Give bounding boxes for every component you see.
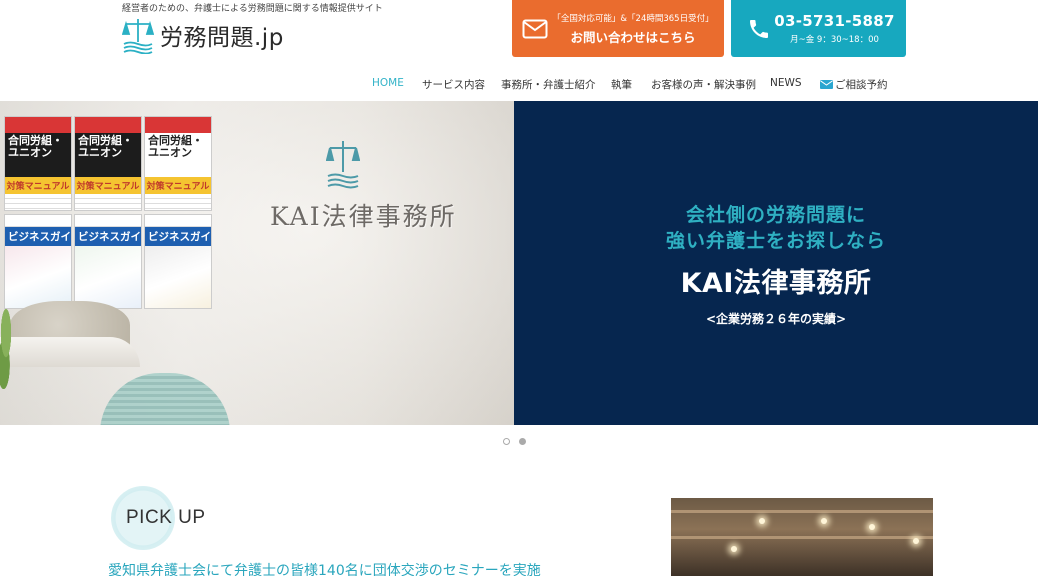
pickup-article-link[interactable]: 愛知県弁護士会にて弁護士の皆様140名に団体交渉のセミナーを実施: [108, 560, 541, 576]
magazine-title: 合同労組・ユニオン: [148, 134, 203, 159]
magazine-business-guide-1: ビジネスガイド: [4, 214, 72, 309]
magazine-subtitle: 対策マニュアル: [75, 177, 141, 194]
office-entrance-photo: 合同労組・ユニオン 対策マニュアル 合同労組・ユニオン 対策マニュアル 合同労組…: [0, 101, 514, 425]
magazine-title: 合同労組・ユニオン: [8, 134, 63, 159]
contact-button[interactable]: 「全国対応可能」&「24時間365日受付」 お問い合わせはこちら: [512, 0, 724, 57]
magazine-cover: [5, 246, 71, 308]
nav-testimonials[interactable]: お客様の声・解決事例: [651, 77, 756, 92]
site-logo[interactable]: 労務問題.jp: [122, 16, 284, 54]
magazine-text-lines: [75, 194, 141, 210]
scales-sign-icon: [326, 141, 360, 189]
magazine-cover: [75, 246, 141, 308]
scales-logo-icon: [122, 19, 154, 54]
hero-heading-line2: 強い弁護士をお探しなら: [665, 230, 886, 252]
magazine-cover: 合同労組・ユニオン: [75, 133, 141, 177]
ceiling-light: [869, 524, 875, 530]
envelope-icon: [820, 80, 833, 89]
site-header: 経営者のための、弁護士による労務問題に関する情報提供サイト 労務問題.jp 「全…: [0, 0, 1038, 100]
magazine-title: ビジネスガイド: [75, 227, 141, 246]
ceiling-light: [821, 518, 827, 524]
phone-button[interactable]: 03-5731-5887 月~金 9：30~18：00: [731, 0, 906, 57]
contact-availability: 「全国対応可能」&「24時間365日受付」: [552, 13, 714, 24]
ceiling-beam: [671, 536, 933, 539]
nav-news[interactable]: NEWS: [770, 77, 802, 89]
slider-dot-1[interactable]: [503, 438, 510, 445]
nav-consultation[interactable]: ご相談予約: [820, 77, 888, 92]
slider-dot-2[interactable]: [519, 438, 526, 445]
contact-label: お問い合わせはこちら: [570, 29, 696, 45]
mail-icon: [522, 19, 548, 38]
office-sign: KAI法律事務所: [270, 202, 457, 231]
magazine-header: [75, 215, 141, 227]
ceiling-light: [731, 546, 737, 552]
hero-heading-line1: 会社側の労務問題に: [685, 204, 866, 226]
reception-counter: [0, 337, 140, 367]
hero-firm-name: KAI法律事務所: [680, 268, 872, 299]
magazine-union-3: 合同労組・ユニオン 対策マニュアル: [144, 116, 212, 211]
magazine-cover: [145, 246, 211, 308]
magazine-band: [145, 117, 211, 133]
magazine-cover: 合同労組・ユニオン: [145, 133, 211, 177]
phone-number: 03-5731-5887: [774, 12, 895, 30]
magazine-header: [5, 215, 71, 227]
magazine-band: [75, 117, 141, 133]
slider-dots: [503, 438, 526, 445]
main-nav: HOME サービス内容 事務所・弁護士紹介 執筆 お客様の声・解決事例 NEWS…: [0, 77, 1038, 93]
nav-office-lawyers[interactable]: 事務所・弁護士紹介: [501, 77, 596, 92]
magazine-union-1: 合同労組・ユニオン 対策マニュアル: [4, 116, 72, 211]
business-hours: 月~金 9：30~18：00: [790, 35, 879, 45]
nav-consultation-label: ご相談予約: [835, 79, 888, 91]
nav-writing[interactable]: 執筆: [611, 77, 632, 92]
plant-leaves: [0, 309, 18, 389]
ceiling-light: [913, 538, 919, 544]
hero-experience: <企業労務２６年の実績>: [705, 312, 847, 326]
magazine-business-guide-2: ビジネスガイド: [74, 214, 142, 309]
magazine-title: 合同労組・ユニオン: [78, 134, 133, 159]
magazine-subtitle: 対策マニュアル: [5, 177, 71, 194]
magazine-text-lines: [5, 194, 71, 210]
magazine-text-lines: [145, 194, 211, 210]
magazine-subtitle: 対策マニュアル: [145, 177, 211, 194]
magazine-header: [145, 215, 211, 227]
logo-text: 労務問題.jp: [160, 25, 284, 51]
magazine-band: [5, 117, 71, 133]
magazine-union-2: 合同労組・ユニオン 対策マニュアル: [74, 116, 142, 211]
pickup-heading: PICK UP: [126, 507, 206, 528]
nav-home[interactable]: HOME: [372, 77, 404, 89]
magazine-cover: 合同労組・ユニオン: [5, 133, 71, 177]
hero-slider[interactable]: 合同労組・ユニオン 対策マニュアル 合同労組・ユニオン 対策マニュアル 合同労組…: [0, 101, 1038, 425]
seminar-photo[interactable]: [671, 498, 933, 576]
nav-services[interactable]: サービス内容: [422, 77, 485, 92]
magazine-title: ビジネスガイド: [145, 227, 211, 246]
site-tagline: 経営者のための、弁護士による労務問題に関する情報提供サイト: [122, 4, 383, 14]
ceiling-beam: [671, 510, 933, 513]
phone-icon: [750, 19, 768, 38]
hero-message-panel: 会社側の労務問題に 強い弁護士をお探しなら KAI法律事務所 <企業労務２６年の…: [514, 101, 1038, 425]
magazine-business-guide-3: ビジネスガイド: [144, 214, 212, 309]
ceiling-light: [759, 518, 765, 524]
magazine-title: ビジネスガイド: [5, 227, 71, 246]
